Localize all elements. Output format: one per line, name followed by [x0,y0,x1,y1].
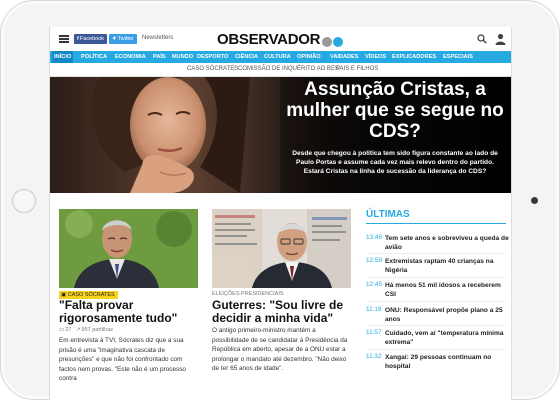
article-image-socrates[interactable] [59,209,198,288]
hero-title[interactable]: Assunção Cristas, a mulher que se segue … [280,79,510,142]
browser-screen: fFacebook ✦Twitter Newsletters OBSERVADO… [49,27,512,400]
hero-banner[interactable]: Assunção Cristas, a mulher que se segue … [50,77,511,193]
nav-item-explicadores[interactable]: EXPLICADORES [390,51,438,63]
home-button[interactable] [12,189,36,213]
facebook-label: Facebook [79,36,104,42]
nav-item-politica[interactable]: POLÍTICA [79,51,109,63]
nav-item-desporto[interactable]: DESPORTO [195,51,230,63]
nav-item-inicio[interactable]: INÍCIO [52,51,74,63]
subnav-divider: | [331,65,333,72]
nav-item-cultura[interactable]: CULTURA [262,51,293,63]
article-category[interactable]: ELEIÇÕES PRESIDENCIAIS [212,291,284,297]
nav-item-pais[interactable]: PAÍS [151,51,168,63]
user-avatar-icon[interactable] [495,33,506,45]
article-title-socrates[interactable]: "Falta provar rigorosamente tudo" [59,299,199,325]
guterres-photo [212,209,351,288]
top-bar: fFacebook ✦Twitter Newsletters OBSERVADO… [50,27,511,52]
menu-icon[interactable] [59,35,69,43]
sub-nav: CASO SÓCRATES | COMISSÃO DE INQUÉRITO AO… [50,63,511,77]
nav-item-ciencia[interactable]: CIÊNCIA [233,51,260,63]
article-summary-guterres: O antigo primeiro-ministro mantém a poss… [212,327,348,373]
news-divider [366,349,506,350]
socrates-photo [59,209,198,288]
nav-item-opiniao[interactable]: OPINIÃO [295,51,323,63]
news-divider [366,277,506,278]
twitter-button[interactable]: ✦Twitter [109,34,137,44]
twitter-label: Twitter [117,36,134,42]
nav-item-videos[interactable]: VÍDEOS [363,51,388,63]
news-divider [366,301,506,302]
news-time: 11:57 [366,329,382,336]
nav-item-vaidades[interactable]: VAIDADES [328,51,361,63]
logo-dot-grey [322,37,332,47]
site-logo[interactable]: OBSERVADOR [217,31,320,48]
news-headline[interactable]: Cuidado, vem aí "temperatura mínima extr… [385,329,511,347]
search-icon[interactable] [477,34,487,44]
latest-news-divider [366,223,506,224]
comment-count: 27 [65,327,72,333]
nav-item-economia[interactable]: ECONOMIA [113,51,148,63]
news-headline[interactable]: ONU: Responsável propõe plano a 25 anos [385,306,511,324]
news-divider [366,253,506,254]
news-headline[interactable]: Xangai: 29 pessoas continuam no hospital [385,353,511,371]
facebook-button[interactable]: fFacebook [74,34,107,44]
twitter-bird-icon: ✦ [112,36,117,42]
nav-item-mundo[interactable]: MUNDO [170,51,195,63]
news-headline[interactable]: Tem sete anos e sobreviveu a queda de av… [385,234,511,252]
front-camera [531,197,538,204]
nav-item-especiais[interactable]: ESPECIAIS [441,51,475,63]
facebook-icon: f [77,36,79,42]
tablet-frame: fFacebook ✦Twitter Newsletters OBSERVADO… [0,0,560,400]
subnav-item-pais-filhos[interactable]: PAIS E FILHOS [336,66,378,72]
article-image-guterres[interactable] [212,209,351,288]
news-time: 11:16 [366,306,382,313]
share-icon: ↗ [75,327,81,333]
article-title-guterres[interactable]: Guterres: "Sou livre de decidir a minha … [212,299,352,325]
share-count: 957 partilhas [81,327,114,333]
comment-icon: ▭ [59,327,65,333]
logo-dots [322,34,344,52]
news-time: 12:45 [366,281,382,288]
subnav-item-comissao-bes[interactable]: COMISSÃO DE INQUÉRITO AO BES [238,66,339,72]
news-time: 13:46 [366,234,382,241]
latest-news-heading[interactable]: ÚLTIMAS [366,209,410,220]
news-time: 11:32 [366,353,382,360]
subnav-item-caso-socrates[interactable]: CASO SÓCRATES [187,66,238,72]
main-nav: INÍCIO POLÍTICA ECONOMIA PAÍS MUNDO DESP… [50,51,511,63]
subnav-divider: | [233,65,235,72]
article-stats: ▭27 ↗957 partilhas [59,327,113,333]
hero-description: Desde que chegou à política tem sido fig… [292,150,498,175]
article-summary-socrates: Em entrevista à TVI, Sócrates diz que a … [59,337,186,383]
news-time: 12:59 [366,257,382,264]
logo-dot-blue [333,37,343,47]
newsletters-link[interactable]: Newsletters [142,35,173,41]
news-headline[interactable]: Extremistas raptam 40 crianças na Nigéri… [385,257,511,275]
news-divider [366,325,506,326]
news-headline[interactable]: Há menos 51 mil idosos a receberem CSI [385,281,511,299]
